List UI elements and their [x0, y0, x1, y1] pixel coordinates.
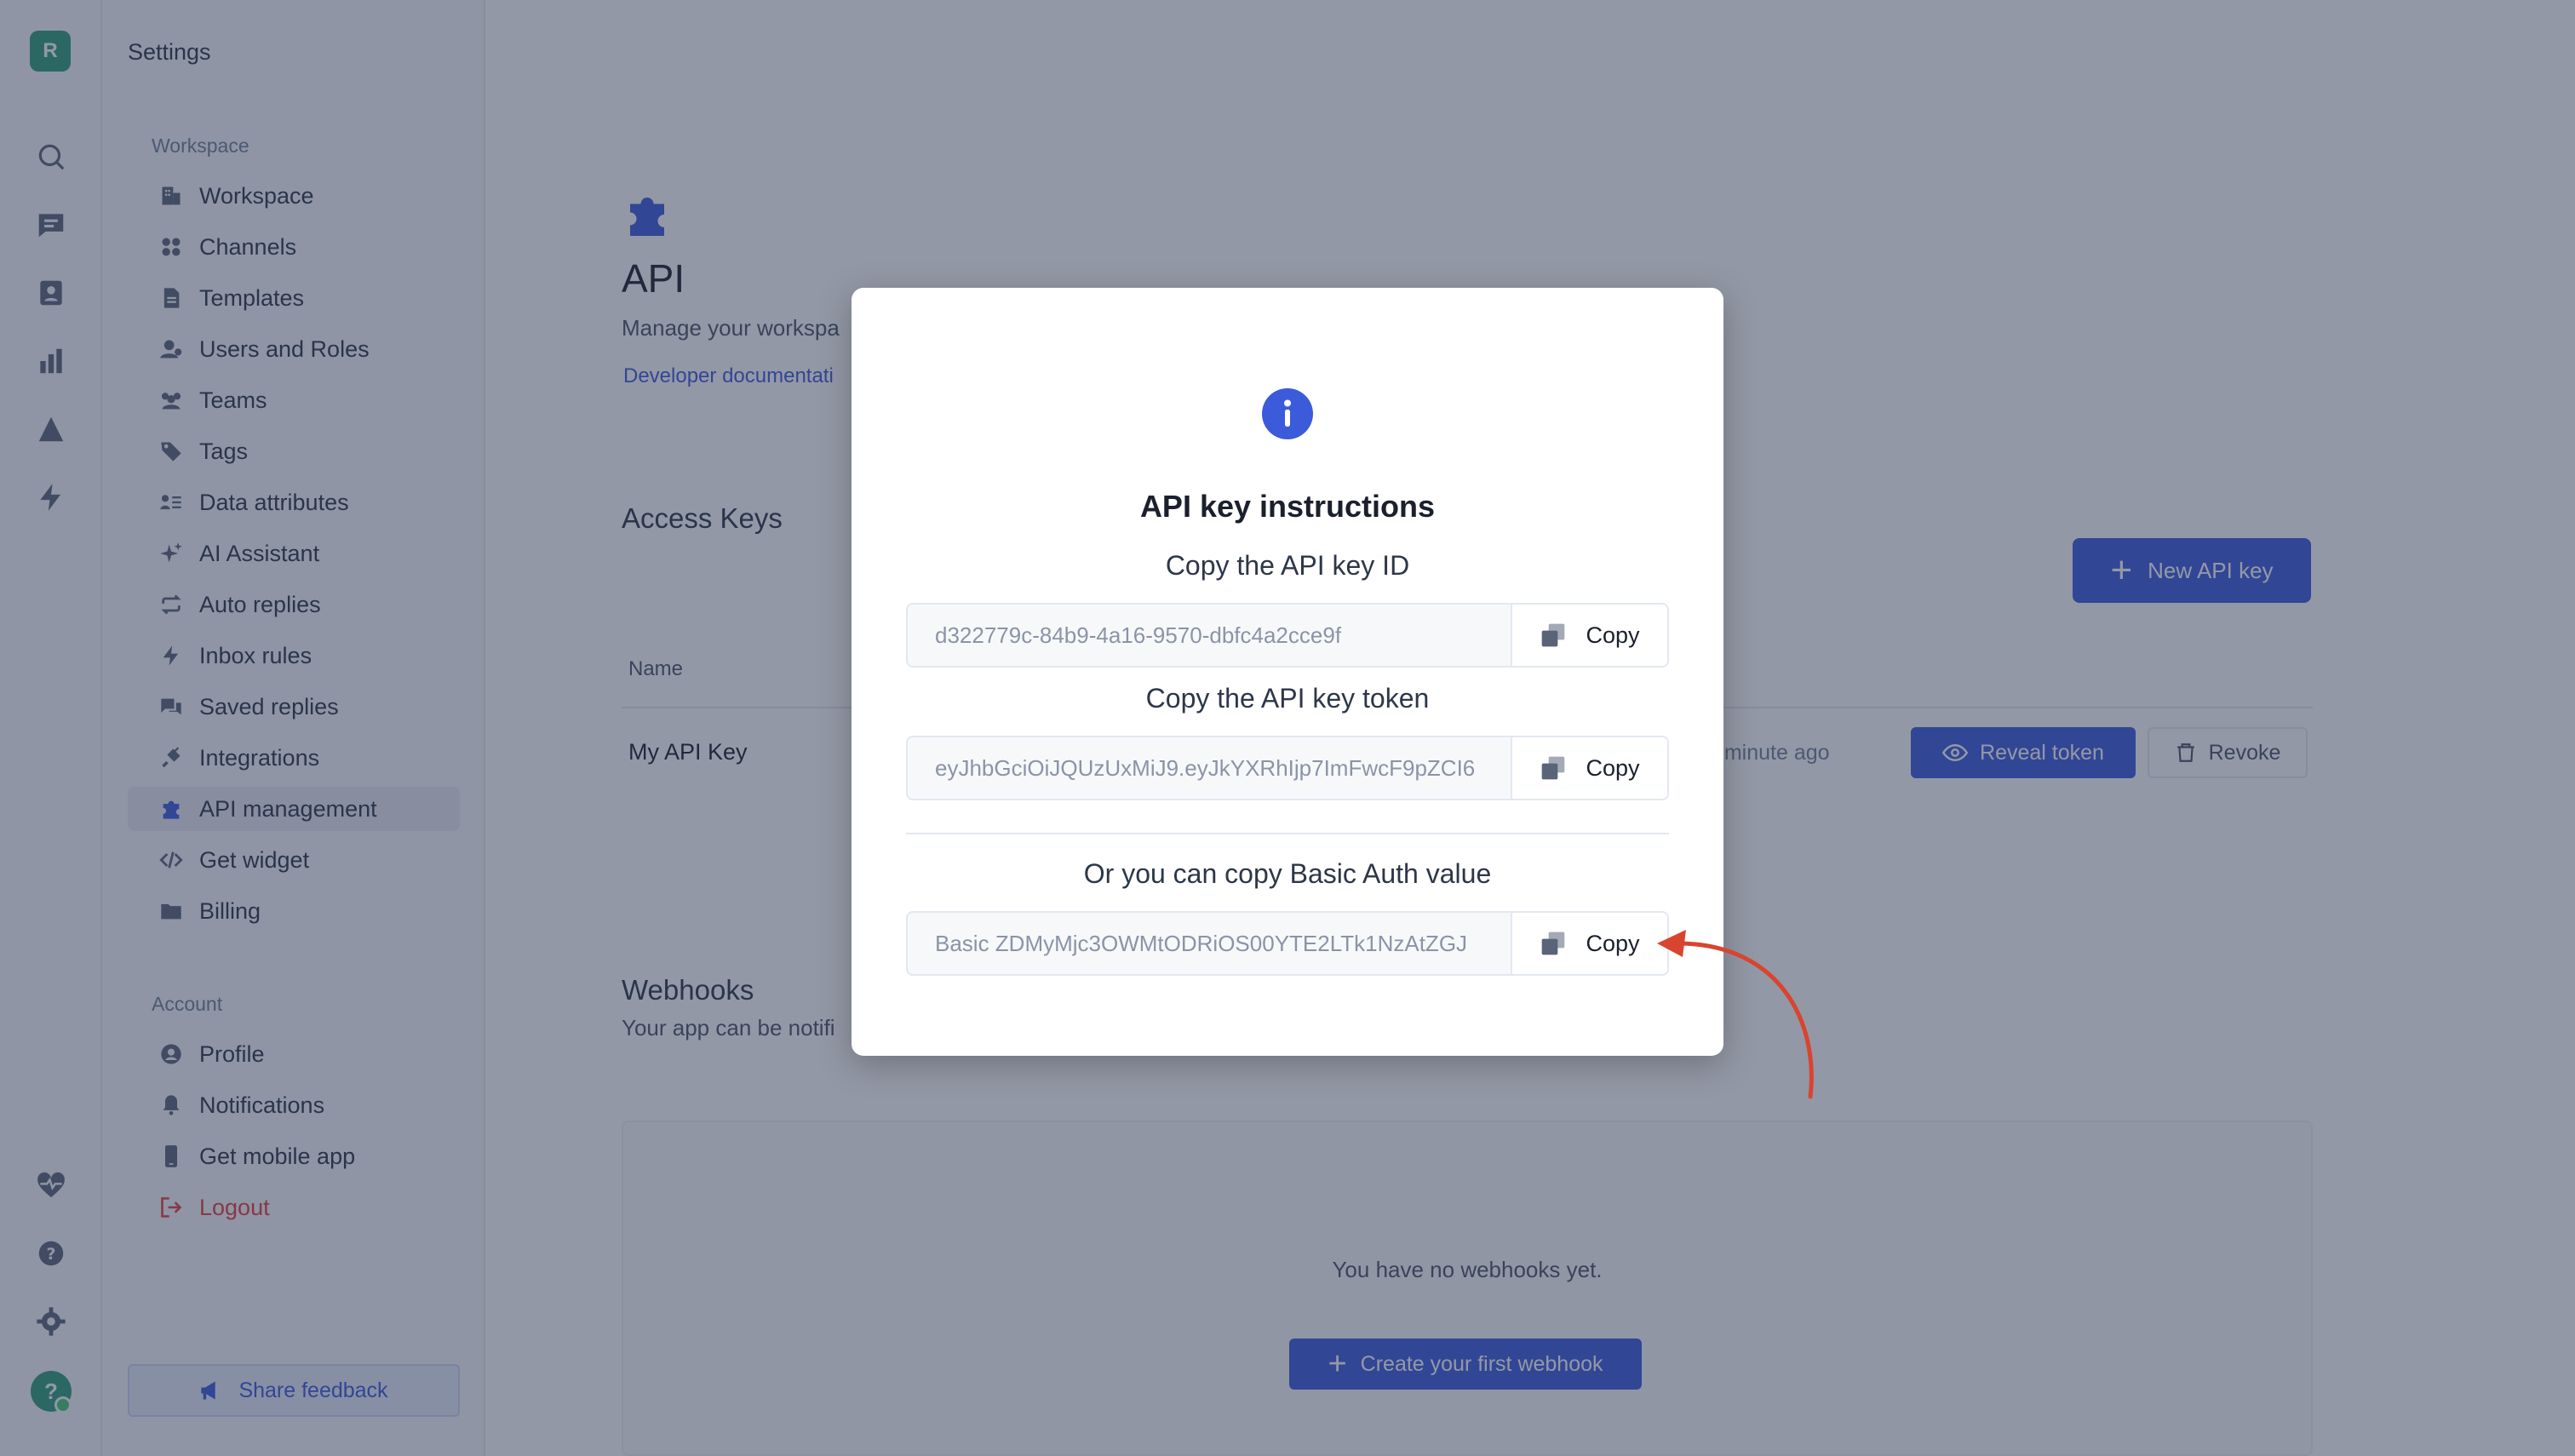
api-key-instructions-modal: API key instructions Copy the API key ID…: [852, 288, 1723, 1056]
copy-icon: [1542, 931, 1565, 955]
basic-auth-label: Or you can copy Basic Auth value: [1083, 858, 1492, 889]
copy-icon: [1542, 756, 1565, 780]
copy-label: Copy: [1586, 622, 1640, 648]
token-input[interactable]: [908, 737, 1511, 799]
copy-label: Copy: [1586, 754, 1640, 781]
key-id-input[interactable]: [908, 605, 1511, 666]
modal-divider: [906, 833, 1669, 834]
copy-token-button[interactable]: Copy: [1511, 737, 1667, 799]
key-id-label: Copy the API key ID: [1165, 550, 1410, 581]
copy-key-id-button[interactable]: Copy: [1511, 605, 1667, 666]
token-label: Copy the API key token: [1145, 683, 1430, 714]
basic-auth-input[interactable]: [908, 913, 1511, 974]
copy-icon: [1542, 623, 1565, 647]
copy-label: Copy: [1586, 930, 1640, 956]
copy-basic-auth-button[interactable]: Copy: [1511, 913, 1667, 974]
modal-title: API key instructions: [1139, 489, 1436, 524]
annotation-arrow: [1657, 930, 1814, 1099]
info-icon: [1262, 388, 1313, 439]
basic-auth-field: Copy: [906, 911, 1669, 976]
key-id-field: Copy: [906, 603, 1669, 668]
token-field: Copy: [906, 736, 1669, 800]
